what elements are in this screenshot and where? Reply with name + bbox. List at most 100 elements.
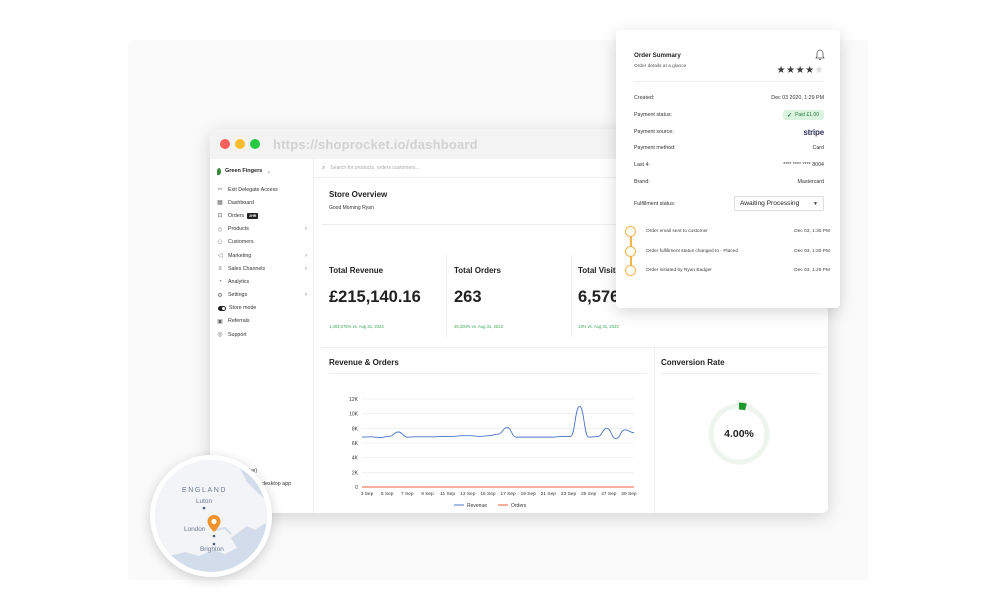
dashboard-icon: ▦ [217, 200, 223, 207]
star-filled-icon[interactable]: ★ [777, 65, 786, 76]
analytics-icon: ◔ [218, 278, 222, 285]
minimize-window-dot[interactable] [235, 139, 245, 149]
exit-icon: ⇦ [217, 187, 223, 194]
users-icon: ⚇ [217, 239, 223, 246]
location-pin-icon[interactable] [207, 515, 221, 533]
gear-icon: ⚙ [217, 292, 223, 299]
row-label: Payment status: [634, 112, 672, 118]
toggle-switch[interactable] [217, 305, 226, 311]
y-tick-label: 4K [352, 456, 359, 462]
rating-stars[interactable]: ★★★★★ [777, 65, 824, 76]
sidebar-item-products[interactable]: ◇ Products › [217, 223, 307, 236]
sidebar-item-store-mode[interactable]: Store mode [217, 302, 307, 315]
order-row-brand: Brand: Mastercard [634, 177, 824, 187]
row-label: Payment source: [634, 129, 674, 135]
timeline-time: Dec 03, 1:29 PM [794, 268, 830, 273]
timeline-time: Dec 03, 1:30 PM [794, 249, 830, 254]
star-filled-icon[interactable]: ★ [786, 65, 795, 76]
chevron-right-icon: › [305, 265, 307, 272]
close-window-dot[interactable] [220, 139, 230, 149]
maximize-window-dot[interactable] [250, 139, 260, 149]
star-filled-icon[interactable]: ★ [796, 65, 805, 76]
timeline-text: Order fulfillment status changed to - Pl… [646, 249, 738, 254]
sidebar-item-dashboard[interactable]: ▦ Dashboard [217, 196, 307, 209]
select-value: Awaiting Processing [740, 200, 800, 207]
divider [446, 255, 447, 337]
row-value: Card [812, 145, 824, 151]
order-summary-card: Order Summary Order details at a glance … [616, 30, 840, 308]
sidebar-item-label: Marketing [228, 252, 252, 259]
row-value: Dec 03 2020, 1:29 PM [771, 95, 824, 101]
check-icon: ✓ [787, 112, 793, 119]
revenue-orders-chart[interactable]: 0 2K 4K 6K 8K 10K 12K 3 Sep 5 Sep 7 Sep 9 Sep 11 Se… [328, 391, 648, 507]
star-empty-icon[interactable]: ★ [815, 65, 824, 76]
divider [634, 81, 824, 82]
timeline-text: Order email sent to customer [646, 229, 708, 234]
stat-delta: 26,200% vs. Aug 31, 2023 [454, 324, 503, 329]
sidebar-item-label: Orders [228, 212, 245, 219]
order-row-payment-method: Payment method: Card [634, 143, 824, 153]
stat-card-orders[interactable]: Total Orders 263 26,200% vs. Aug 31, 202… [454, 255, 572, 337]
legend-label: Revenue [467, 503, 487, 507]
y-tick-label: 0 [355, 485, 358, 491]
x-tick-label: 13 Sep [460, 491, 476, 497]
megaphone-icon: ◁ [217, 253, 223, 260]
bell-icon[interactable] [815, 49, 825, 61]
y-tick-label: 6K [352, 441, 359, 447]
sidebar-item-marketing[interactable]: ◁ Marketing › [217, 249, 307, 262]
sidebar-item-customers[interactable]: ⚇ Customers [217, 236, 307, 249]
sidebar-item-referrals[interactable]: ▣ Referrals [217, 315, 307, 328]
x-tick-label: 29 Sep [621, 491, 637, 497]
store-name: Green Fingers [225, 168, 263, 174]
series-line-revenue [361, 405, 635, 440]
stat-delta: 13% vs. Aug 31, 2023 [578, 324, 619, 329]
sidebar-item-exit-delegate-access[interactable]: ⇦ Exit Delegate Access [217, 183, 307, 196]
x-tick-label: 7 Sep [401, 491, 414, 497]
stat-label: Total Orders [454, 266, 501, 275]
location-map: ENGLAND Luton London Brighton [150, 455, 272, 577]
map-area: ENGLAND Luton London Brighton [155, 460, 267, 572]
y-tick-label: 12K [349, 397, 359, 403]
stat-value: £215,140.16 [329, 288, 421, 306]
sidebar-item-label: Products [228, 226, 249, 233]
sidebar-item-support[interactable]: ◎ Support [217, 328, 307, 341]
chevron-right-icon: › [305, 252, 307, 259]
sidebar-item-label: Customers [228, 239, 254, 246]
y-tick-label: 8K [352, 426, 359, 432]
star-filled-icon[interactable]: ★ [805, 65, 814, 76]
sidebar-item-orders[interactable]: ⊡ Orders 2HR [217, 209, 307, 222]
sidebar-item-label: Analytics [228, 278, 250, 285]
search-input[interactable]: Search for products, orders customers... [330, 165, 419, 171]
search-icon: ⌕ [322, 164, 326, 171]
sidebar-item-settings[interactable]: ⚙ Settings › [217, 289, 307, 302]
y-tick-label: 2K [352, 470, 359, 476]
x-tick-label: 27 Sep [601, 491, 617, 497]
x-tick-label: 11 Sep [440, 491, 455, 497]
row-label: Fulfillment status: [634, 200, 676, 207]
sidebar-item-analytics[interactable]: ◔ Analytics [217, 275, 307, 288]
support-icon: ◎ [217, 332, 223, 339]
row-label: Payment method: [634, 145, 676, 151]
chevron-down-icon: ⌄ [266, 168, 272, 175]
fulfillment-status-select[interactable]: Awaiting Processing ▼ [734, 196, 824, 211]
store-switcher[interactable]: Green Fingers ⌄ [217, 165, 313, 177]
chevron-right-icon: › [305, 292, 307, 299]
row-label: Brand: [634, 179, 650, 185]
sidebar-item-label: Settings [228, 292, 248, 299]
sidebar-item-label: Dashboard [228, 199, 254, 206]
leaf-logo-icon [217, 167, 221, 175]
timeline-text: Order initiated by Ryan Badger [646, 268, 712, 273]
card-subtitle: Order details at a glance [634, 64, 687, 69]
order-row-fulfillment: Fulfillment status: Awaiting Processing … [634, 195, 824, 212]
stat-delta: 1,403,075% vs. Aug 31, 2023 [329, 324, 384, 329]
chevron-right-icon: › [305, 226, 307, 233]
address-bar-url[interactable]: https://shoprocket.io/dashboard [273, 137, 478, 152]
timeline-item: Order initiated by Ryan Badger Dec 03, 1… [625, 265, 830, 276]
stat-card-revenue[interactable]: Total Revenue £215,140.16 1,403,075% vs.… [329, 255, 447, 337]
timeline-dot [625, 226, 636, 237]
conversion-title: Conversion Rate [661, 358, 725, 367]
sidebar-nav: ⇦ Exit Delegate Access ▦ Dashboard ⊡ Orders 2H… [217, 183, 313, 341]
toggle-icon [217, 305, 226, 311]
divider [661, 373, 821, 374]
sidebar-item-sales-channels[interactable]: ≡ Sales Channels › [217, 262, 307, 275]
